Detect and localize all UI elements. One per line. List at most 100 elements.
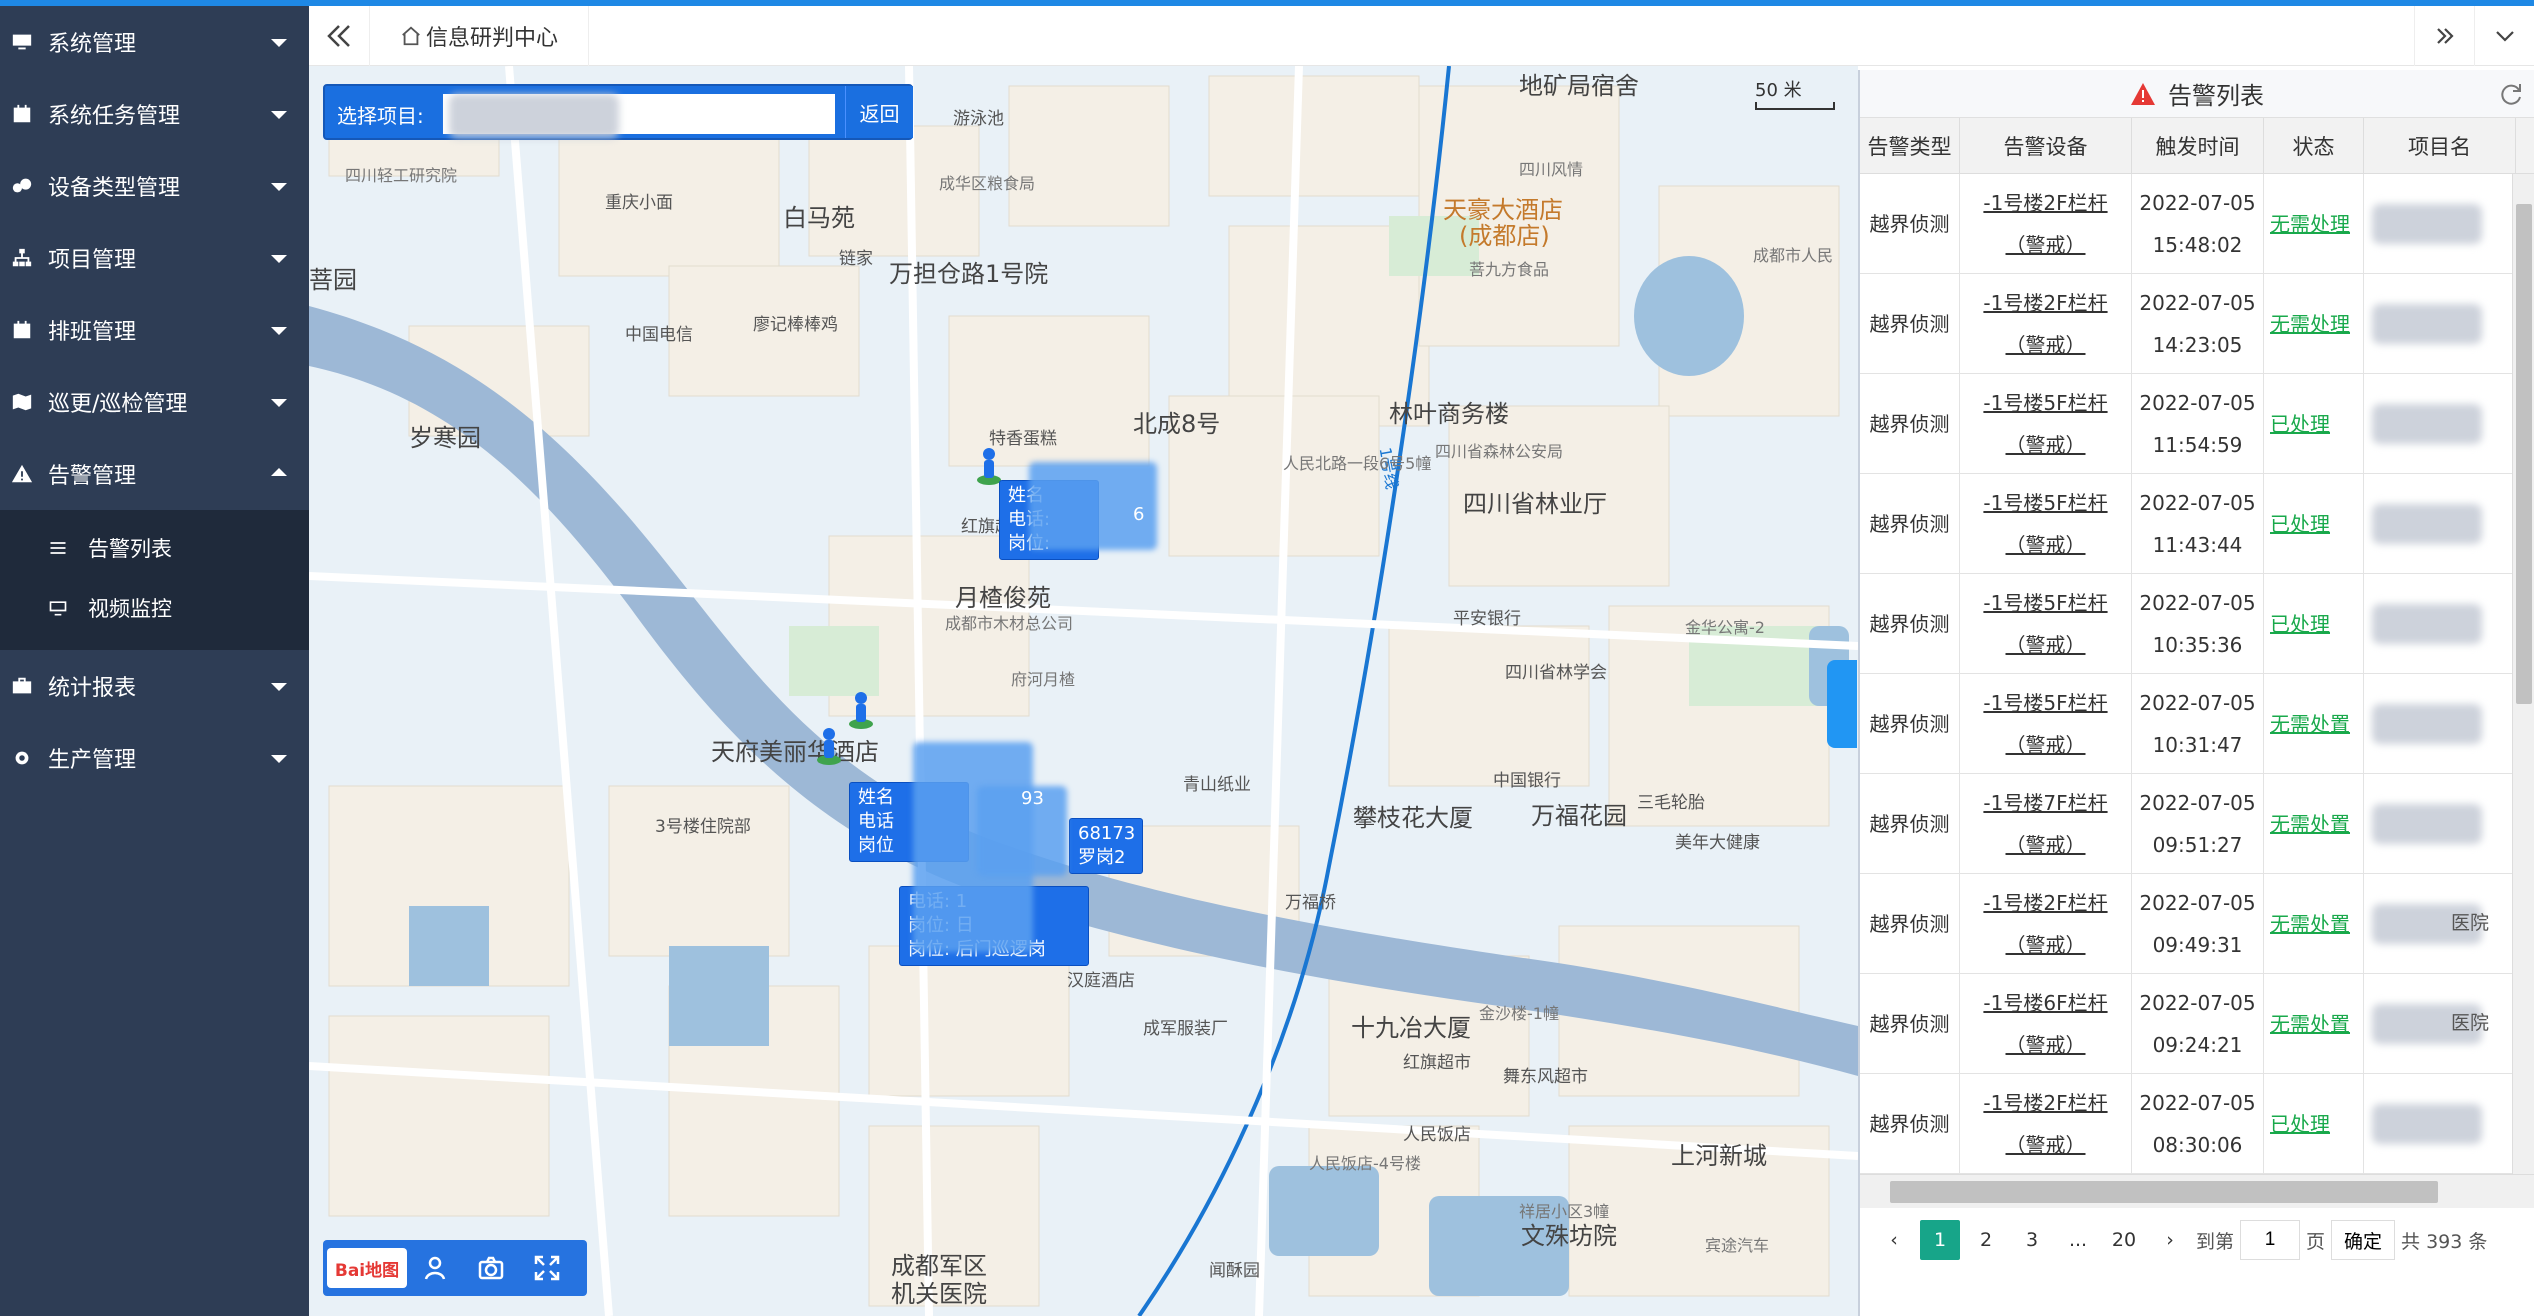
trigger-time: 11:54:59 <box>2152 432 2243 457</box>
panel-title: 告警列表 <box>2168 82 2264 110</box>
redacted-overlay <box>2372 404 2482 444</box>
column-header[interactable]: 项目名 <box>2364 118 2516 173</box>
trigger-time: 08:30:06 <box>2152 1132 2243 1157</box>
status-link[interactable]: 无需处置 <box>2264 674 2364 773</box>
sidebar-subitem-label: 告警列表 <box>88 537 172 561</box>
trigger-time-cell: 2022-07-05 10:35:36 <box>2132 574 2264 673</box>
sidebar-item-label: 告警管理 <box>48 464 137 489</box>
sidebar-item-schedule[interactable]: 排班管理 <box>0 294 309 366</box>
alarm-device-link[interactable]: -1号楼2F栏杆（警戒） <box>1960 174 2132 273</box>
trigger-time-cell: 2022-07-05 14:23:05 <box>2132 274 2264 373</box>
table-row[interactable]: 越界侦测 -1号楼2F栏杆（警戒） 2022-07-05 14:23:05 无需处理 <box>1860 274 2534 374</box>
prev-page-button[interactable]: ‹ <box>1874 1220 1914 1260</box>
column-header[interactable]: 触发时间 <box>2132 118 2264 173</box>
alarm-device-link[interactable]: -1号楼5F栏杆（警戒） <box>1960 474 2132 573</box>
list-icon <box>48 538 70 558</box>
table-row[interactable]: 越界侦测 -1号楼6F栏杆（警戒） 2022-07-05 09:24:21 无需处置 医院 <box>1860 974 2534 1074</box>
sidebar-item-project[interactable]: 项目管理 <box>0 222 309 294</box>
column-header[interactable]: 告警类型 <box>1860 118 1960 173</box>
person-marker-icon[interactable] <box>815 726 843 766</box>
page-number[interactable]: 1 <box>1920 1220 1960 1260</box>
chevron-down-icon <box>271 327 287 335</box>
panel-toggle-tab[interactable] <box>1827 660 1857 748</box>
page-number[interactable]: 20 <box>2104 1220 2144 1260</box>
status-link[interactable]: 无需处置 <box>2264 874 2364 973</box>
sidebar-item-reports[interactable]: 统计报表 <box>0 650 309 722</box>
status-link[interactable]: 无需处理 <box>2264 174 2364 273</box>
sidebar-item-device-type[interactable]: 设备类型管理 <box>0 150 309 222</box>
chevron-down-icon <box>2495 31 2514 42</box>
table-row[interactable]: 越界侦测 -1号楼5F栏杆（警戒） 2022-07-05 11:43:44 已处理 <box>1860 474 2534 574</box>
top-header: 信息研判中心 <box>309 6 2534 66</box>
sidebar-item-patrol[interactable]: 巡更/巡检管理 <box>0 366 309 438</box>
map-view[interactable]: 地矿局宿舍 白马苑 万担仓路1号院 天豪大酒店 (成都店) 北成8号 林叶商务楼… <box>309 66 1858 1316</box>
collapse-sidebar-button[interactable] <box>323 22 355 50</box>
sidebar-item-system[interactable]: 系统管理 <box>0 6 309 78</box>
tab-info-center[interactable]: 信息研判中心 <box>369 6 590 66</box>
status-link[interactable]: 无需处置 <box>2264 774 2364 873</box>
camera-icon <box>478 1256 504 1280</box>
sidebar-subitem-video[interactable]: 视频监控 <box>0 578 309 638</box>
status-link[interactable]: 已处理 <box>2264 374 2364 473</box>
status-link[interactable]: 已处理 <box>2264 574 2364 673</box>
baidu-map-logo: Bai地图 <box>327 1248 407 1288</box>
column-header[interactable]: 告警设备 <box>1960 118 2132 173</box>
scrollbar-thumb[interactable] <box>2516 204 2532 704</box>
next-page-button[interactable]: › <box>2150 1220 2190 1260</box>
person-locate-tool[interactable] <box>407 1240 463 1296</box>
chevron-up-icon <box>271 468 287 476</box>
table-row[interactable]: 越界侦测 -1号楼5F栏杆（警戒） 2022-07-05 11:54:59 已处理 <box>1860 374 2534 474</box>
scrollbar-thumb[interactable] <box>1890 1181 2438 1203</box>
trigger-date: 2022-07-05 <box>2139 290 2256 315</box>
table-row[interactable]: 越界侦测 -1号楼7F栏杆（警戒） 2022-07-05 09:51:27 无需处置 <box>1860 774 2534 874</box>
goto-confirm-button[interactable]: 确定 <box>2331 1220 2396 1260</box>
sidebar-item-label: 设备类型管理 <box>48 176 181 201</box>
scroll-tabs-right-button[interactable] <box>2414 6 2474 66</box>
sidebar-subitem-label: 视频监控 <box>88 597 172 621</box>
table-row[interactable]: 越界侦测 -1号楼2F栏杆（警戒） 2022-07-05 09:49:31 无需处置 医院 <box>1860 874 2534 974</box>
table-row[interactable]: 越界侦测 -1号楼5F栏杆（警戒） 2022-07-05 10:35:36 已处理 <box>1860 574 2534 674</box>
sidebar-item-label: 排班管理 <box>48 320 137 345</box>
table-row[interactable]: 越界侦测 -1号楼2F栏杆（警戒） 2022-07-05 08:30:06 已处理 <box>1860 1074 2534 1174</box>
alarm-device-link[interactable]: -1号楼6F栏杆（警戒） <box>1960 974 2132 1073</box>
table-row[interactable]: 越界侦测 -1号楼5F栏杆（警戒） 2022-07-05 10:31:47 无需处置 <box>1860 674 2534 774</box>
sidebar-submenu-alarm: 告警列表 视频监控 <box>0 510 309 650</box>
project-name-cell: 医院 <box>2364 974 2516 1073</box>
horizontal-scrollbar[interactable] <box>1860 1174 2534 1208</box>
alarm-device-link[interactable]: -1号楼7F栏杆（警戒） <box>1960 774 2132 873</box>
goto-page-input[interactable] <box>2240 1220 2301 1260</box>
sidebar-item-production[interactable]: 生产管理 <box>0 722 309 794</box>
table-row[interactable]: 越界侦测 -1号楼2F栏杆（警戒） 2022-07-05 15:48:02 无需处理 <box>1860 174 2534 274</box>
alarm-type-cell: 越界侦测 <box>1860 874 1960 973</box>
refresh-icon[interactable] <box>2498 82 2524 108</box>
person-marker-icon[interactable] <box>847 690 875 730</box>
trigger-date: 2022-07-05 <box>2139 690 2256 715</box>
alarm-device-link[interactable]: -1号楼2F栏杆（警戒） <box>1960 274 2132 373</box>
page-number[interactable]: 2 <box>1966 1220 2006 1260</box>
trigger-date: 2022-07-05 <box>2139 790 2256 815</box>
page-number[interactable]: 3 <box>2012 1220 2052 1260</box>
sidebar-subitem-alarm-list[interactable]: 告警列表 <box>0 518 309 578</box>
status-link[interactable]: 已处理 <box>2264 474 2364 573</box>
alarm-device-link[interactable]: -1号楼5F栏杆（警戒） <box>1960 574 2132 673</box>
alarm-device-link[interactable]: -1号楼2F栏杆（警戒） <box>1960 1074 2132 1173</box>
fullscreen-tool[interactable] <box>519 1240 575 1296</box>
sidebar-item-alarm[interactable]: 告警管理 <box>0 438 309 510</box>
trigger-time: 09:24:21 <box>2152 1032 2243 1057</box>
project-name-cell <box>2364 174 2516 273</box>
status-link[interactable]: 无需处置 <box>2264 974 2364 1073</box>
column-header[interactable]: 状态 <box>2264 118 2364 173</box>
status-link[interactable]: 已处理 <box>2264 1074 2364 1173</box>
return-button[interactable]: 返回 <box>845 86 913 138</box>
tab-menu-button[interactable] <box>2474 6 2534 66</box>
person-info-card[interactable]: 68173 罗岗2 <box>1069 818 1143 874</box>
pagination: ‹ 1 2 3 ... 20 › 到第 页 确定 共 393 条 <box>1860 1208 2534 1272</box>
status-link[interactable]: 无需处理 <box>2264 274 2364 373</box>
sidebar-item-system-task[interactable]: 系统任务管理 <box>0 78 309 150</box>
screenshot-tool[interactable] <box>463 1240 519 1296</box>
alarm-device-link[interactable]: -1号楼5F栏杆（警戒） <box>1960 374 2132 473</box>
map-scale-bar <box>1755 102 1835 110</box>
alarm-device-link[interactable]: -1号楼2F栏杆（警戒） <box>1960 874 2132 973</box>
vertical-scrollbar[interactable] <box>2512 174 2534 1174</box>
alarm-device-link[interactable]: -1号楼5F栏杆（警戒） <box>1960 674 2132 773</box>
